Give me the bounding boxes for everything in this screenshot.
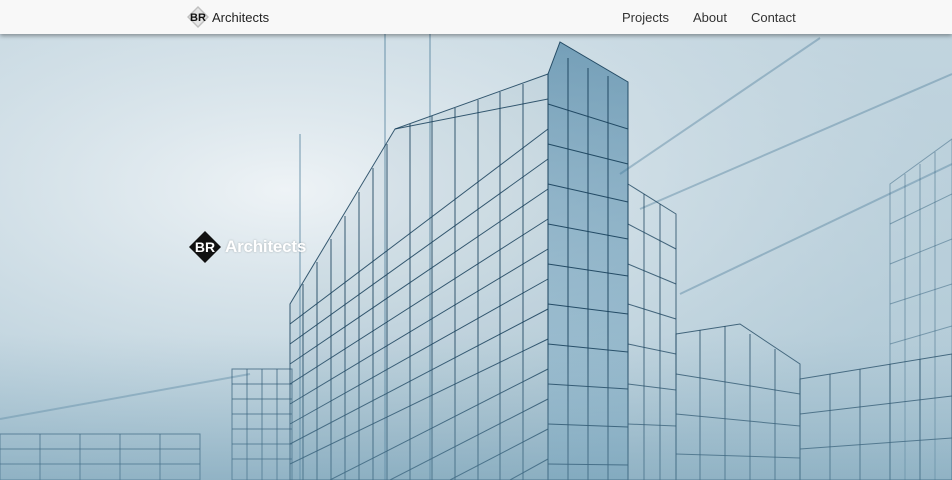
nav-link-projects[interactable]: Projects xyxy=(610,10,681,25)
hero-logo: BR Architects xyxy=(188,230,306,264)
wireframe-building-image xyxy=(0,34,952,480)
page: BR Architects Projects About Contact BR … xyxy=(0,0,952,480)
nav-link-about[interactable]: About xyxy=(681,10,739,25)
svg-text:BR: BR xyxy=(190,12,206,24)
navbar: BR Architects Projects About Contact xyxy=(0,0,952,34)
br-logo-icon: BR xyxy=(187,6,209,28)
br-diamond-logo-icon: BR xyxy=(189,231,221,263)
svg-text:BR: BR xyxy=(195,239,215,255)
nav-link-contact[interactable]: Contact xyxy=(739,10,808,25)
nav-links: Projects About Contact xyxy=(610,0,808,34)
hero-section: BR Architects xyxy=(0,34,952,480)
brand-name: Architects xyxy=(212,9,270,25)
hero-title: Architects xyxy=(225,237,307,256)
brand-link[interactable]: BR Architects xyxy=(186,5,269,29)
